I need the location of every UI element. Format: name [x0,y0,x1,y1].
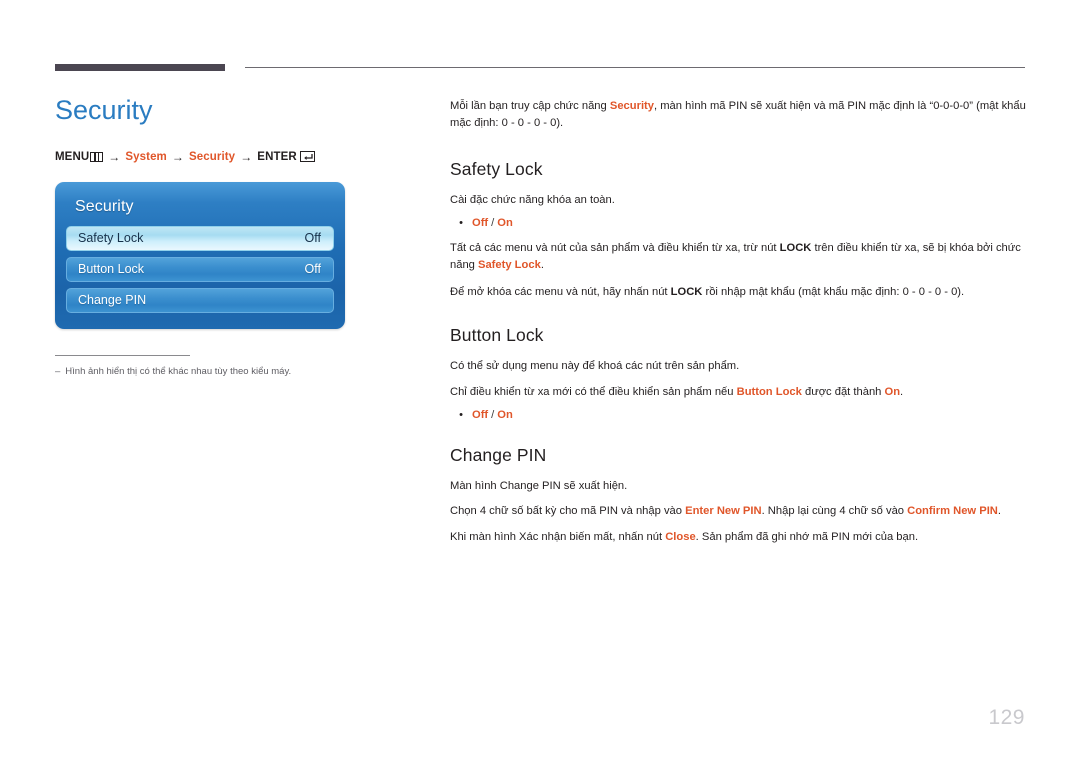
osd-row-label: Button Lock [78,262,145,277]
breadcrumb-arrow-3: → [240,149,253,164]
footnote-text: Hình ảnh hiển thị có thể khác nhau tùy t… [65,365,292,377]
page-title: Security [55,95,153,125]
line2-button-lock-ref: Button Lock [736,385,802,398]
option-off: Off [472,217,489,230]
line2-on-ref: On [884,385,901,398]
footnote-rule [55,354,190,356]
section-line-1: Có thể sử dụng menu này để khoá các nút … [450,360,740,373]
footnote-block: – Hình ảnh hiển thị có thể khác nhau tùy… [55,354,355,379]
bullet-dot: • [459,217,463,230]
line3-close-ref: Close [665,530,696,543]
page-number: 129 [988,706,1025,729]
section-line-1: Cài đặc chức năng khóa an toàn. [450,193,615,206]
line3-c: . Sản phẩm đã ghi nhớ mã PIN mới của bạn… [695,530,919,543]
osd-title: Security [75,197,134,215]
option-on: On [497,408,513,421]
line2-a: Tất cả các menu và nút của sản phẩm và đ… [450,242,780,255]
line2-a: Chỉ điều khiển từ xa mới có thể điều khi… [450,385,737,398]
option-bullet: • Off / On [450,409,1028,421]
footnote-dash: – [55,365,61,377]
osd-row-label: Safety Lock [78,231,144,246]
breadcrumb-arrow-1: → [108,149,121,164]
line3-c: rồi nhập mật khẩu (mật khẩu mặc định: 0 … [702,285,965,298]
option-bullet: • Off / On [450,217,1028,229]
line2-safety-lock-ref: Safety Lock [478,259,541,272]
line2-confirm-new-pin-ref: Confirm New PIN [907,505,998,518]
option-separator: / [491,217,495,230]
section-heading: Change PIN [450,444,547,465]
line2-e: . [540,259,544,272]
section-line-2: Chọn 4 chữ số bất kỳ cho mã PIN và nhập … [450,503,1028,520]
line3-a: Khi màn hình Xác nhận biến mất, nhấn nút [450,530,666,543]
option-separator: / [491,408,495,421]
line2-c: được đặt thành [801,385,885,398]
header-rule-thin [245,67,1025,68]
line2-e: . [997,505,1002,518]
osd-row-change-pin[interactable]: Change PIN [66,287,334,313]
osd-row-safety-lock[interactable]: Safety Lock Off [66,225,334,251]
line2-c: . Nhập lại cùng 4 chữ số vào [761,505,908,518]
right-column: Mỗi lần bạn truy cập chức năng Security,… [450,98,1028,554]
line2-a: Chọn 4 chữ số bất kỳ cho mã PIN và nhập … [450,505,686,518]
intro-paragraph: Mỗi lần bạn truy cập chức năng Security,… [450,98,1028,133]
osd-panel: Security Safety Lock Off Button Lock Off… [55,181,345,329]
breadcrumb: MENU → System → Security → ENTER [55,150,405,164]
section-safety-lock: Safety Lock Cài đặc chức năng khóa an to… [450,159,1028,301]
osd-row-label: Change PIN [78,293,147,308]
section-line-3: Để mở khóa các menu và nút, hãy nhấn nút… [450,284,1028,301]
option-on: On [497,217,513,230]
header-rule [55,64,1025,74]
osd-row-value: Off [304,231,321,246]
line3-a: Để mở khóa các menu và nút, hãy nhấn nút [450,285,671,298]
section-line-3: Khi màn hình Xác nhận biến mất, nhấn nút… [450,529,1028,546]
section-heading: Safety Lock [450,158,543,179]
section-line-2: Tất cả các menu và nút của sản phẩm và đ… [450,240,1028,275]
line2-enter-new-pin-ref: Enter New PIN [685,505,762,518]
line2-lock-key: LOCK [779,242,812,255]
osd-row-value: Off [304,262,321,277]
intro-part1: Mỗi lần bạn truy cập chức năng [450,100,610,112]
section-change-pin: Change PIN Màn hình Change PIN sẽ xuất h… [450,445,1028,546]
breadcrumb-menu-label: MENU [55,150,90,163]
header-rule-thick [55,64,225,71]
bullet-dot: • [459,408,463,421]
breadcrumb-arrow-2: → [171,149,184,164]
menu-grid-icon [90,151,104,162]
left-column: Security MENU → System → Security → ENTE… [55,95,405,379]
breadcrumb-step-security: Security [189,150,236,163]
osd-row-button-lock[interactable]: Button Lock Off [66,256,334,282]
enter-key-icon [299,151,315,163]
line3-lock-key: LOCK [670,285,703,298]
footnote: – Hình ảnh hiển thị có thể khác nhau tùy… [55,365,355,379]
line2-e: . [900,385,904,398]
breadcrumb-enter-label: ENTER [257,150,297,163]
section-line-1: Màn hình Change PIN sẽ xuất hiện. [450,479,628,492]
section-button-lock: Button Lock Có thể sử dụng menu này để k… [450,325,1028,421]
intro-highlight: Security [609,100,655,112]
section-line-2: Chỉ điều khiển từ xa mới có thể điều khi… [450,384,1028,401]
breadcrumb-step-system: System [125,150,167,163]
option-off: Off [472,408,489,421]
section-heading: Button Lock [450,325,544,346]
